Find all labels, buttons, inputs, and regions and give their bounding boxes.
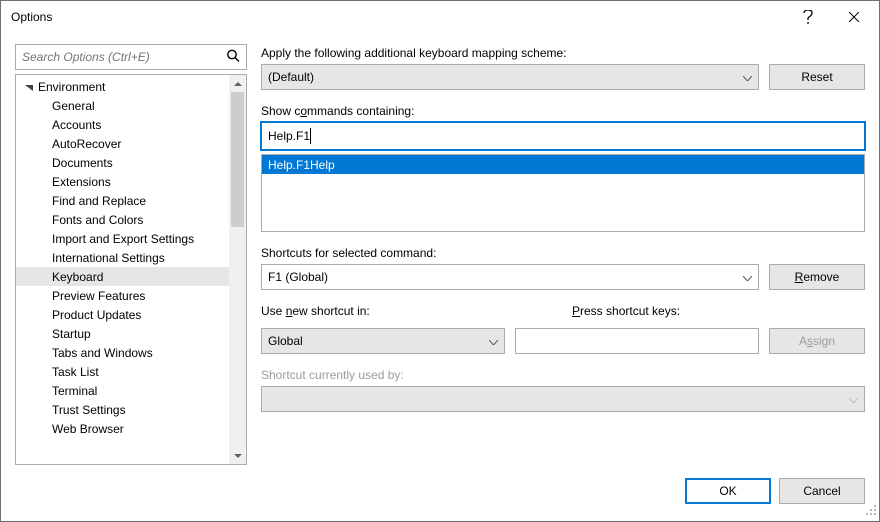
tree-item-label: Keyboard <box>52 270 103 284</box>
tree-item[interactable]: Trust Settings <box>16 400 229 419</box>
left-pane: Environment General Accounts AutoRecover Do… <box>15 44 247 465</box>
category-tree[interactable]: Environment General Accounts AutoRecover Do… <box>15 74 247 465</box>
tree-item[interactable]: Keyboard <box>16 267 229 286</box>
assign-button: Assign <box>769 328 865 354</box>
press-keys-label: Press shortcut keys: <box>572 304 865 318</box>
filter-input-wrap[interactable]: Help.F1 <box>261 122 865 150</box>
shortcuts-combo[interactable]: F1 (Global) <box>261 264 759 290</box>
help-button[interactable] <box>785 1 831 33</box>
tree-item[interactable]: Find and Replace <box>16 191 229 210</box>
scope-value: Global <box>268 334 303 348</box>
tree-item-label: Terminal <box>52 384 97 398</box>
tree-item[interactable]: Terminal <box>16 381 229 400</box>
tree-item-label: Task List <box>52 365 99 379</box>
tree-item[interactable]: International Settings <box>16 248 229 267</box>
right-pane: Apply the following additional keyboard … <box>261 44 865 465</box>
footer: OK Cancel <box>1 473 879 521</box>
scheme-combo[interactable]: (Default) <box>261 64 759 90</box>
chevron-down-icon <box>743 70 752 84</box>
tree-item[interactable]: General <box>16 96 229 115</box>
tree-item[interactable]: AutoRecover <box>16 134 229 153</box>
resize-grip-icon[interactable] <box>865 504 877 519</box>
tree-item-label: Extensions <box>52 175 111 189</box>
window-title: Options <box>11 10 785 24</box>
scroll-up-icon[interactable] <box>229 75 246 92</box>
titlebar: Options <box>1 1 879 33</box>
filter-label: Show commands containing: <box>261 104 865 118</box>
tree-item-label: Product Updates <box>52 308 141 322</box>
scheme-label: Apply the following additional keyboard … <box>261 46 865 60</box>
tree-item-label: Accounts <box>52 118 101 132</box>
shortcuts-label: Shortcuts for selected command: <box>261 246 865 260</box>
used-by-label: Shortcut currently used by: <box>261 368 865 382</box>
tree-scrollbar[interactable] <box>229 75 246 464</box>
press-keys-input[interactable] <box>515 328 759 354</box>
tree-item[interactable]: Accounts <box>16 115 229 134</box>
tree-item[interactable]: Documents <box>16 153 229 172</box>
tree-item-label: Import and Export Settings <box>52 232 194 246</box>
scope-combo[interactable]: Global <box>261 328 505 354</box>
remove-button[interactable]: Remove <box>769 264 865 290</box>
chevron-down-icon <box>489 334 498 348</box>
tree-root-label: Environment <box>38 80 105 94</box>
scheme-value: (Default) <box>268 70 314 84</box>
options-dialog: Options Environment <box>0 0 880 522</box>
tree-item-label: Find and Replace <box>52 194 146 208</box>
command-item-selected[interactable]: Help.F1Help <box>262 155 864 174</box>
tree-item[interactable]: Extensions <box>16 172 229 191</box>
chevron-down-icon <box>849 392 858 406</box>
used-by-combo <box>261 386 865 412</box>
filter-input-text: Help.F1 <box>268 129 310 143</box>
content-area: Environment General Accounts AutoRecover Do… <box>1 33 879 473</box>
tree-item-label: Tabs and Windows <box>52 346 153 360</box>
tree-item-label: Fonts and Colors <box>52 213 143 227</box>
tree-item-label: General <box>52 99 95 113</box>
tree-root-environment[interactable]: Environment <box>16 77 229 96</box>
reset-button[interactable]: Reset <box>769 64 865 90</box>
tree-item[interactable]: Import and Export Settings <box>16 229 229 248</box>
tree-item[interactable]: Task List <box>16 362 229 381</box>
tree-item[interactable]: Preview Features <box>16 286 229 305</box>
tree-item-label: International Settings <box>52 251 165 265</box>
tree-item-label: Startup <box>52 327 91 341</box>
scroll-down-icon[interactable] <box>229 447 246 464</box>
tree-item[interactable]: Web Browser <box>16 419 229 438</box>
use-new-label: Use new shortcut in: <box>261 304 554 318</box>
collapse-caret-icon <box>24 82 34 92</box>
close-button[interactable] <box>831 1 877 33</box>
tree-item[interactable]: Product Updates <box>16 305 229 324</box>
tree-item-label: Documents <box>52 156 113 170</box>
commands-listbox[interactable]: Help.F1Help <box>261 154 865 232</box>
scroll-track[interactable] <box>229 92 246 447</box>
tree-item-label: Web Browser <box>52 422 124 436</box>
chevron-down-icon <box>743 270 752 284</box>
tree-item[interactable]: Startup <box>16 324 229 343</box>
search-icon <box>226 49 240 66</box>
search-input[interactable] <box>22 50 220 64</box>
cancel-button[interactable]: Cancel <box>779 478 865 504</box>
scroll-thumb[interactable] <box>231 92 244 227</box>
shortcuts-value: F1 (Global) <box>268 270 328 284</box>
search-box[interactable] <box>15 44 247 70</box>
tree-items: Environment General Accounts AutoRecover Do… <box>16 75 229 464</box>
tree-item-label: Preview Features <box>52 289 145 303</box>
tree-item[interactable]: Tabs and Windows <box>16 343 229 362</box>
tree-item[interactable]: Fonts and Colors <box>16 210 229 229</box>
ok-button[interactable]: OK <box>685 478 771 504</box>
tree-item-label: Trust Settings <box>52 403 126 417</box>
tree-item-label: AutoRecover <box>52 137 121 151</box>
text-cursor <box>310 128 311 144</box>
